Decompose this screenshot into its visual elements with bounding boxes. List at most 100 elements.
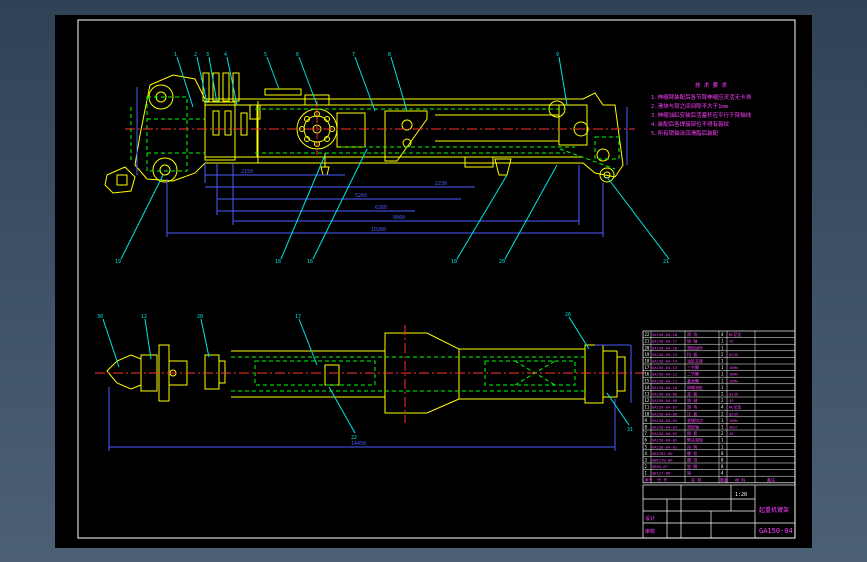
callout-label: 17 (295, 314, 301, 320)
tech-requirements: 技 术 要 求 1.伸缩臂装配后各节臂伸缩应灵活无卡滞 2.滑块与臂之间间隙不大… (651, 81, 752, 137)
bom-qty: 1 (721, 345, 724, 350)
tech-title: 技 术 要 求 (695, 81, 727, 89)
bom-material: MC尼龙 (729, 405, 741, 410)
callout-label: 20 (499, 259, 505, 265)
callout-label: 3 (206, 52, 209, 58)
callout-label: 30 (97, 314, 103, 320)
callout-label: 18 (275, 259, 281, 265)
bom-material: Q235 (729, 392, 738, 397)
bom-code: GA150-04-06 (652, 411, 678, 416)
bom-material: 45 (729, 431, 734, 436)
bom-name: 挡 板 (687, 351, 697, 357)
plan-centre (95, 325, 645, 423)
dim-text: 2230 (435, 181, 447, 187)
bom-material: 40Cr (729, 425, 739, 430)
bom-index: 2 (645, 464, 648, 469)
bom-name: 螺 栓 (687, 450, 697, 456)
bom-material: 45 (729, 398, 734, 403)
callout-label: 5 (264, 52, 267, 58)
bom-qty: 2 (721, 392, 724, 397)
callout-label: 26 (565, 312, 571, 318)
dim-text: 2150 (241, 169, 253, 175)
bom-name: 螺 母 (687, 457, 697, 463)
part-name: 起重机臂架 (759, 506, 789, 514)
bom-code: GA150-04-12 (652, 372, 677, 377)
plan-leaders (102, 316, 630, 434)
scale-text: 1:20 (735, 492, 747, 498)
bom-code: GA150-04-15 (652, 352, 677, 357)
bom-name: 伸缩油缸 (687, 384, 703, 390)
callout-label: 19 (115, 259, 121, 265)
plan-hidden (231, 356, 585, 392)
bom-code: GA150-04-08 (652, 398, 678, 403)
bom-index: 18 (645, 359, 650, 364)
bom-name: 隔 套 (687, 430, 697, 436)
bom-index: 6 (645, 438, 648, 443)
bom-index: 22 (645, 332, 650, 337)
bom-code: GB6170-86 (652, 458, 673, 463)
bom-material: 45 (729, 339, 734, 344)
bom-code: GA150-04-02 (652, 438, 677, 443)
bom-index: 17 (645, 365, 650, 370)
drawing-viewport[interactable]: 2150 2230 5260 6260 8660 10260 1 2 3 4 5… (55, 15, 812, 548)
callout-label: 9 (556, 52, 559, 58)
tech-line: 2.滑块与臂之间间隙不大于1mm (651, 102, 729, 110)
bom-name: 基本臂 (687, 377, 699, 383)
callout-label: 4 (224, 52, 227, 58)
callout-label: 12 (141, 314, 147, 320)
bom-material: 16Mn (729, 378, 738, 383)
bom-name: 滑轮组件 (687, 344, 703, 350)
bom-code: GB117-86 (652, 471, 671, 476)
dim-text: 14450 (351, 441, 366, 447)
bom-qty: 1 (721, 339, 724, 344)
bom-qty: 8 (721, 458, 724, 463)
bom-header-cell: 数量 (720, 476, 728, 482)
bom-index: 7 (645, 431, 648, 436)
bom-code: GA150-04-03 (652, 431, 677, 436)
bom-qty: 4 (721, 405, 724, 410)
bom-qty: 1 (721, 444, 724, 449)
bom-index: 9 (645, 418, 648, 423)
bom-index: 15 (645, 378, 650, 383)
base-arm (134, 72, 624, 182)
bom-header-cell: 名 称 (691, 476, 701, 482)
bom-qty: 4 (721, 471, 724, 476)
bill-of-materials: 22 GA150-04-18 滑 块 4 MC尼龙21 GA150-04-17 销 轴 1 45… (642, 330, 796, 484)
bom-index: 19 (645, 352, 650, 357)
bom-index: 16 (645, 372, 650, 377)
bom-code: GB93-87 (652, 464, 668, 469)
dim-text: 8660 (393, 215, 405, 221)
bom-qty: 1 (721, 385, 724, 390)
bom-qty: 1 (721, 372, 724, 377)
callout-label: 1 (174, 52, 177, 58)
tech-line: 4.装配后各焊接部位不得有裂纹 (651, 120, 730, 128)
dim-text: 6260 (375, 205, 387, 211)
bom-index: 10 (645, 411, 650, 416)
bom-code: GA150-04-01 (652, 444, 678, 449)
bom-qty: 1 (721, 438, 724, 443)
bom-header-cell: 备注 (767, 476, 775, 482)
bom-name: 滑轮轴 (687, 424, 699, 430)
bom-material: MC尼龙 (729, 332, 741, 337)
bom-header-cell: 序号 (645, 476, 653, 482)
bom-index: 14 (645, 385, 650, 390)
callout-label: 8 (388, 52, 391, 58)
bom-name: 吊 钩 (687, 443, 697, 449)
bom-code: GA150-04-18 (652, 332, 678, 337)
bom-material: Q235 (729, 411, 738, 416)
bom-code: GA150-04-13 (652, 365, 677, 370)
bom-qty: 2 (721, 398, 724, 403)
dim-text: 10260 (371, 227, 386, 233)
cad-application: 2150 2230 5260 6260 8660 10260 1 2 3 4 5… (0, 0, 867, 562)
checker-label: 审核 (645, 528, 655, 535)
callout-label: 16 (307, 259, 313, 265)
bom-name: 销 轴 (687, 338, 697, 344)
bom-index: 8 (645, 425, 648, 430)
bom-name: 耳 板 (687, 391, 697, 397)
bom-material: 16Mn (729, 365, 738, 370)
elevation-view: 2150 2230 5260 6260 8660 10260 1 2 3 4 5… (104, 52, 670, 265)
bom-code: GA150-04-04 (652, 425, 678, 430)
drawing-number: GA150-04 (759, 527, 793, 535)
bom-name: 变幅铰点 (687, 417, 703, 423)
bom-code: GA150-04-17 (652, 339, 677, 344)
